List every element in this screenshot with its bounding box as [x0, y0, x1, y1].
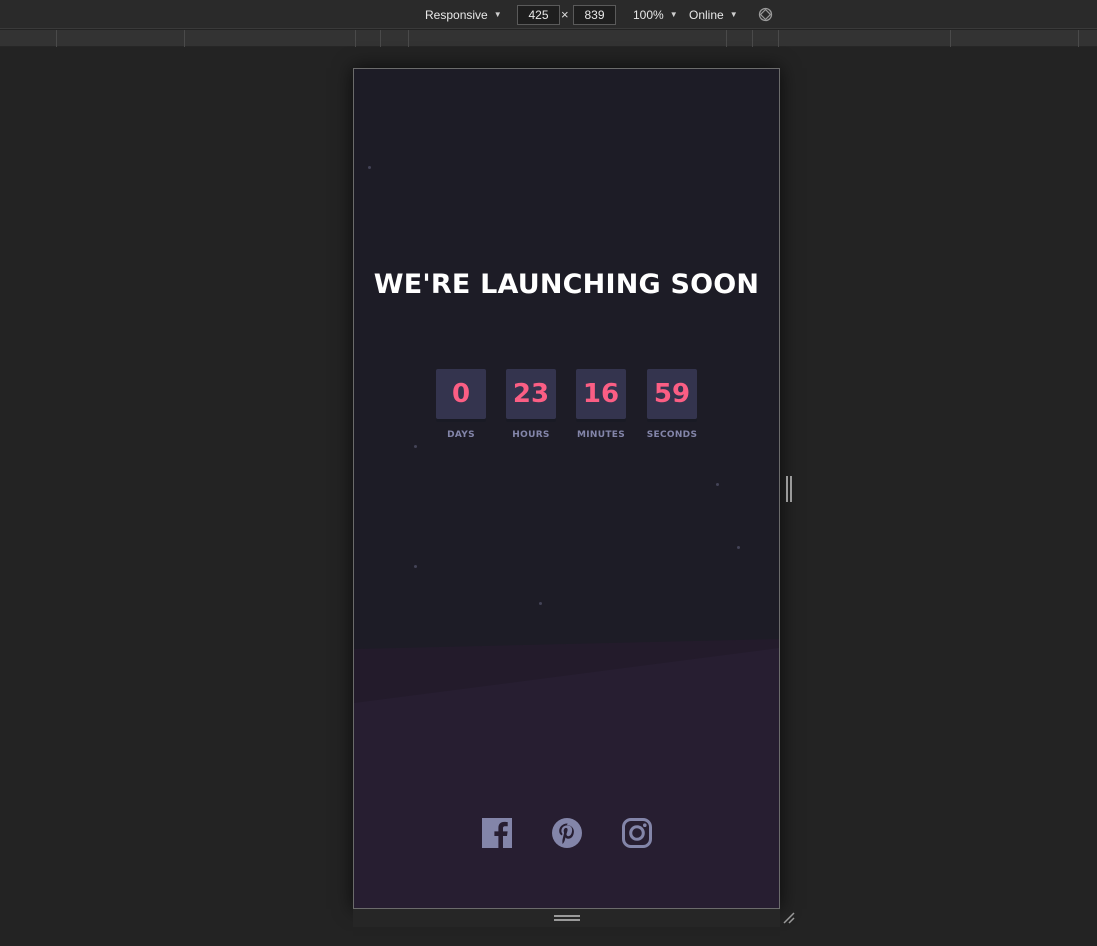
star-dot [368, 166, 371, 169]
ruler-segment [355, 30, 356, 47]
instagram-icon[interactable] [621, 817, 653, 849]
ruler-segment [726, 30, 727, 47]
height-input[interactable]: 839 [573, 5, 616, 25]
countdown-minutes: 16 MINUTES [576, 369, 626, 440]
countdown: 0 DAYS 23 HOURS 16 MINUTES 59 SECONDS [436, 369, 700, 449]
times-sign: × [561, 7, 569, 22]
star-dot [716, 483, 719, 486]
countdown-value: 16 [582, 379, 620, 409]
device-viewport: WE'RE LAUNCHING SOON 0 DAYS 23 HOURS 16 … [353, 68, 780, 909]
countdown-value: 23 [512, 379, 550, 409]
countdown-card: 0 [436, 369, 486, 419]
page-title: WE'RE LAUNCHING SOON [373, 269, 760, 300]
resize-handle-corner[interactable] [782, 911, 796, 925]
chevron-down-icon: ▼ [669, 10, 678, 19]
ruler-segment [408, 30, 409, 47]
star-dot [414, 565, 417, 568]
star-dot [539, 602, 542, 605]
ruler-segment [184, 30, 185, 47]
countdown-card: 23 [506, 369, 556, 419]
ruler-segment [950, 30, 951, 47]
countdown-label: MINUTES [576, 430, 625, 440]
countdown-seconds: 59 SECONDS [647, 369, 697, 440]
countdown-value: 0 [451, 379, 471, 409]
countdown-card: 59 [647, 369, 697, 419]
star-dot [414, 445, 417, 448]
countdown-label: DAYS [447, 430, 475, 440]
device-mode-dropdown[interactable]: Responsive ▼ [425, 0, 502, 29]
pinterest-icon[interactable] [551, 817, 583, 849]
rotate-icon[interactable] [758, 7, 773, 22]
facebook-icon[interactable] [481, 817, 513, 849]
network-dropdown[interactable]: Online ▼ [689, 0, 738, 29]
ruler-segment [1078, 30, 1079, 47]
network-label: Online [689, 7, 724, 22]
footer-background [354, 639, 779, 908]
media-query-ruler[interactable] [0, 30, 1097, 47]
width-input[interactable]: 425 [517, 5, 560, 25]
device-mode-label: Responsive [425, 7, 488, 22]
countdown-card: 16 [576, 369, 626, 419]
ruler-segment [778, 30, 779, 47]
zoom-dropdown[interactable]: 100% ▼ [633, 0, 678, 29]
countdown-value: 59 [653, 379, 691, 409]
resize-handle-right[interactable] [786, 476, 792, 502]
ruler-segment [752, 30, 753, 47]
devtools-toolbar: Responsive ▼ 425 × 839 100% ▼ Online ▼ [0, 0, 1097, 29]
star-dot [737, 546, 740, 549]
countdown-label: SECONDS [646, 430, 698, 440]
chevron-down-icon: ▼ [729, 10, 738, 19]
countdown-label: HOURS [512, 430, 550, 440]
social-links [354, 817, 779, 849]
zoom-label: 100% [633, 7, 664, 22]
resize-handle-bottom[interactable] [554, 915, 580, 921]
ruler-segment [56, 30, 57, 47]
countdown-hours: 23 HOURS [506, 369, 556, 440]
chevron-down-icon: ▼ [493, 10, 502, 19]
ruler-segment [380, 30, 381, 47]
countdown-days: 0 DAYS [436, 369, 486, 440]
